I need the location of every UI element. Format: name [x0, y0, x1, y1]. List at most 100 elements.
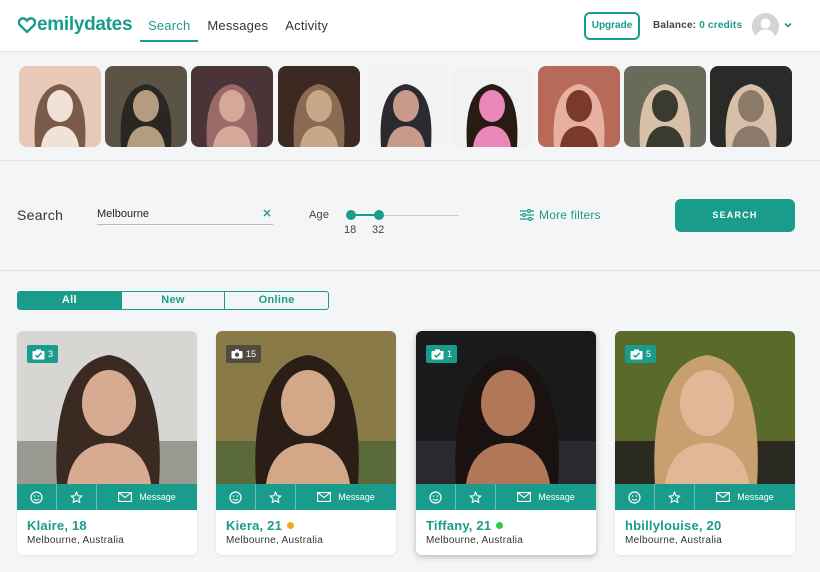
profile-name[interactable]: hbillylouise, 20 [625, 518, 721, 533]
envelope-icon [118, 492, 133, 502]
envelope-icon [517, 492, 532, 502]
profile-photo[interactable]: 15 [216, 331, 396, 484]
smile-icon [628, 490, 641, 504]
strip-profile-photo[interactable] [105, 66, 187, 147]
strip-profile-photo[interactable] [538, 66, 620, 147]
profile-photo-icon [538, 66, 620, 147]
profile-location: Melbourne, Australia [27, 535, 125, 546]
profile-name[interactable]: Kiera, 21 [226, 518, 295, 533]
strip-profile-photo[interactable] [278, 66, 360, 147]
camera-icon [231, 349, 243, 359]
profile-photo[interactable]: 3 [17, 331, 197, 484]
strip-profile-photo[interactable] [451, 66, 533, 147]
profile-photo-icon [19, 66, 101, 147]
smile-icon [429, 490, 442, 504]
age-min-value: 18 [344, 224, 357, 236]
photo-count: 15 [246, 349, 257, 359]
card-actions: Message [17, 484, 197, 510]
strip-profile-photo[interactable] [365, 66, 447, 147]
profile-card[interactable]: 1 Message Tiffany, 21 Melbourne, Australia [416, 331, 596, 555]
search-heading: Search [17, 207, 64, 223]
message-label: Message [737, 492, 774, 502]
profile-photo[interactable]: 1 [416, 331, 596, 484]
more-filters-button[interactable]: More filters [520, 208, 601, 222]
location-input[interactable] [97, 203, 273, 225]
profile-card[interactable]: 15 Message Kiera, 21 Melbourne, Australia [216, 331, 396, 555]
envelope-icon [317, 492, 332, 502]
message-button[interactable]: Message [296, 484, 396, 510]
favorite-button[interactable] [655, 484, 695, 510]
tab-online[interactable]: Online [224, 292, 328, 309]
nav-messages[interactable]: Messages [199, 0, 276, 52]
message-label: Message [538, 492, 575, 502]
profile-name-text: Klaire, 18 [27, 518, 87, 533]
profile-photo-icon [451, 66, 533, 147]
upgrade-button[interactable]: Upgrade [584, 12, 640, 40]
tab-all[interactable]: All [18, 292, 121, 309]
age-min-handle[interactable] [346, 210, 356, 220]
profile-photo-icon [105, 66, 187, 147]
profile-photo-icon [624, 66, 706, 147]
wink-button[interactable] [17, 484, 57, 510]
photo-count: 1 [447, 349, 453, 359]
favorite-button[interactable] [256, 484, 296, 510]
smile-icon [30, 490, 43, 504]
logo[interactable]: emilydates [18, 14, 133, 36]
profile-card[interactable]: 3 Message Klaire, 18 Melbourne, Australia [17, 331, 197, 555]
wink-button[interactable] [216, 484, 256, 510]
filter-sliders-icon [520, 209, 534, 221]
photo-count-badge: 1 [426, 345, 458, 363]
main-nav: Search Messages Activity [140, 0, 337, 52]
balance-credits[interactable]: 0 credits [699, 20, 742, 31]
profile-location: Melbourne, Australia [226, 535, 324, 546]
balance-display: Balance: 0 credits [653, 20, 742, 31]
profile-photo[interactable]: 5 [615, 331, 795, 484]
message-button[interactable]: Message [695, 484, 795, 510]
card-actions: Message [216, 484, 396, 510]
profile-name-text: hbillylouise, 20 [625, 518, 722, 533]
strip-profile-photo[interactable] [624, 66, 706, 147]
profile-photo-icon [365, 66, 447, 147]
search-button[interactable]: SEARCH [675, 199, 795, 232]
strip-profile-photo[interactable] [710, 66, 792, 147]
photo-count-badge: 5 [625, 345, 657, 363]
profile-photo-icon [710, 66, 792, 147]
chevron-down-icon[interactable] [783, 20, 793, 30]
profile-name[interactable]: Klaire, 18 [27, 518, 87, 533]
verified-camera-icon [431, 349, 444, 359]
heart-logo-icon [18, 17, 36, 33]
star-icon [269, 490, 282, 503]
status-dot-away [287, 522, 295, 529]
result-filter-tabs: All New Online [17, 291, 329, 310]
profile-name[interactable]: Tiffany, 21 [426, 518, 504, 533]
balance-label: Balance: [653, 20, 697, 31]
card-actions: Message [615, 484, 795, 510]
age-max-value: 32 [372, 224, 385, 236]
smile-icon [229, 490, 242, 504]
favorite-button[interactable] [456, 484, 496, 510]
message-button[interactable]: Message [496, 484, 596, 510]
age-max-handle[interactable] [374, 210, 384, 220]
message-label: Message [338, 492, 375, 502]
profile-name-text: Tiffany, 21 [426, 518, 492, 533]
clear-icon[interactable] [262, 208, 272, 218]
tab-new[interactable]: New [120, 292, 225, 309]
nav-search[interactable]: Search [140, 0, 199, 52]
nav-activity[interactable]: Activity [277, 0, 336, 52]
star-icon [469, 490, 482, 503]
star-icon [70, 490, 83, 503]
profile-card[interactable]: 5 Message hbillylouise, 20 Melbourne, Austr… [615, 331, 795, 555]
profile-location: Melbourne, Australia [426, 535, 524, 546]
strip-profile-photo[interactable] [19, 66, 101, 147]
strip-profile-photo[interactable] [191, 66, 273, 147]
user-avatar[interactable] [752, 13, 779, 40]
photo-count-badge: 3 [27, 345, 59, 363]
profile-name-text: Kiera, 21 [226, 518, 283, 533]
more-filters-label: More filters [539, 208, 601, 222]
wink-button[interactable] [615, 484, 655, 510]
message-button[interactable]: Message [97, 484, 197, 510]
wink-button[interactable] [416, 484, 456, 510]
featured-photo-strip [0, 52, 820, 161]
favorite-button[interactable] [57, 484, 97, 510]
verified-camera-icon [32, 349, 45, 359]
